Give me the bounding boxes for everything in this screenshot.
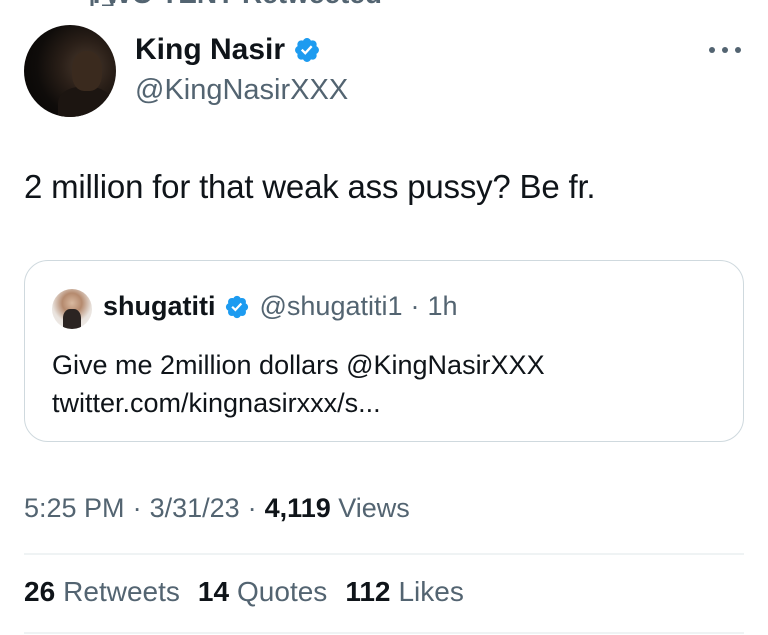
retweets-stat[interactable]: 26 Retweets [24, 576, 180, 608]
more-dot [709, 47, 715, 53]
tweet-text: 2 million for that weak ass pussy? Be fr… [24, 168, 596, 205]
views-count: 4,119 [264, 493, 331, 523]
more-icon[interactable] [709, 44, 741, 56]
retweets-label: Retweets [63, 576, 180, 607]
likes-count: 112 [345, 576, 391, 607]
quoted-author-handle: @shugatiti1 [259, 291, 403, 321]
retweets-count: 26 [24, 576, 56, 607]
tweet-stats: 26 Retweets 14 Quotes 112 Likes [24, 576, 482, 608]
quotes-count: 14 [197, 576, 230, 607]
avatar-head [72, 51, 102, 91]
quoted-avatar-body [63, 309, 81, 329]
quoted-text-line: Give me 2million dollars @KingNasirXXX [52, 350, 545, 380]
quoted-tweet-card[interactable]: shugatiti @shugatiti1 · 1h Give me 2mill… [24, 260, 744, 442]
quoted-tweet-text: Give me 2million dollars @KingNasirXXX t… [52, 346, 545, 422]
quoted-tweet-header: shugatiti @shugatiti1 · 1h [103, 291, 458, 322]
author-name-row[interactable]: King Nasir [135, 33, 321, 67]
author-handle[interactable]: @KingNasirXXX [135, 74, 348, 107]
more-dot [735, 47, 741, 53]
likes-label: Likes [398, 576, 464, 607]
more-dot [722, 47, 728, 53]
tweet-time[interactable]: 5:25 PM [24, 493, 125, 524]
quoted-text-link[interactable]: twitter.com/kingnasirxxx/s... [52, 384, 545, 422]
avatar-body [58, 87, 112, 117]
quotes-label: Quotes [237, 576, 328, 607]
divider [24, 632, 744, 634]
author-name[interactable]: King Nasir [135, 33, 285, 67]
quoted-author-avatar[interactable] [52, 289, 92, 329]
quoted-author-name[interactable]: shugatiti [103, 291, 216, 322]
author-avatar[interactable] [24, 25, 116, 117]
views-count-group[interactable]: 4,119 Views [265, 493, 410, 524]
tweet-date[interactable]: 3/31/23 [150, 493, 240, 524]
verified-badge-icon[interactable] [293, 36, 321, 64]
quoted-separator: · [410, 291, 420, 321]
tweet-meta: 5:25 PM · 3/31/23 · 4,119 Views [24, 493, 410, 524]
verified-badge-icon [225, 295, 248, 318]
quotes-stat[interactable]: 14 Quotes [198, 576, 327, 608]
divider [24, 553, 744, 555]
likes-stat[interactable]: 112 Likes [345, 576, 464, 608]
quoted-timestamp[interactable]: 1h [428, 291, 458, 322]
meta-separator: · [247, 493, 257, 523]
tweet-detail-view: TWO TENT Retweeted King Nasir @KingNasir… [0, 0, 768, 635]
views-label: Views [338, 493, 410, 523]
meta-separator: · [132, 493, 142, 523]
retweeted-by-label[interactable]: TWO TENT Retweeted [88, 0, 382, 10]
